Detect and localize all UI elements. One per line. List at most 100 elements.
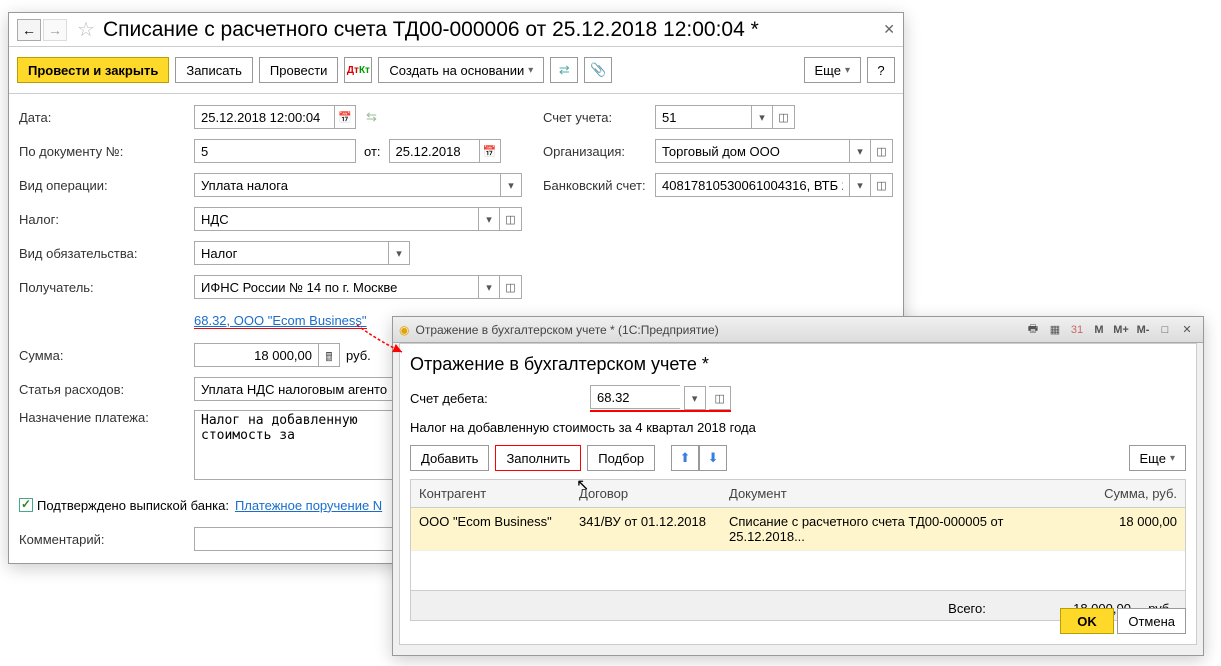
close-icon[interactable]: ✕	[1177, 320, 1197, 340]
sec-title: Отражение в бухгалтерском учете *	[410, 354, 1186, 375]
select-button[interactable]: Подбор	[587, 445, 655, 471]
doc-date-input[interactable]	[389, 139, 479, 163]
date-label: Дата:	[19, 110, 194, 125]
sum-input[interactable]	[194, 343, 318, 367]
recipient-input[interactable]	[194, 275, 478, 299]
recipient-label: Получатель:	[19, 280, 194, 295]
th-sum[interactable]: Сумма, руб.	[1085, 480, 1185, 507]
currency-label: руб.	[346, 348, 371, 363]
cell-contract: 341/ВУ от 01.12.2018	[571, 508, 721, 550]
more-button[interactable]: Еще	[804, 57, 861, 83]
write-button[interactable]: Записать	[175, 57, 253, 83]
confirmed-checkbox[interactable]	[19, 498, 33, 512]
date-input[interactable]	[194, 105, 334, 129]
favorite-star-icon[interactable]: ☆	[77, 17, 95, 42]
th-document[interactable]: Документ	[721, 480, 1085, 507]
cell-counterparty: ООО "Ecom Business"	[411, 508, 571, 550]
tax-label: Налог:	[19, 212, 194, 227]
linked-button[interactable]: ⇄	[550, 57, 578, 83]
window-title: Списание с расчетного счета ТД00-000006 …	[103, 18, 895, 42]
open-icon[interactable]: ◫	[500, 275, 522, 299]
nav-back-button[interactable]: ←	[17, 19, 41, 41]
open-icon[interactable]: ◫	[500, 207, 522, 231]
th-contract[interactable]: Договор	[571, 480, 721, 507]
debit-acc-input[interactable]	[590, 385, 680, 409]
calendar-icon[interactable]: 📅	[334, 105, 356, 129]
dropdown-icon[interactable]: ▾	[684, 386, 706, 410]
payment-order-link[interactable]: Платежное поручение N	[235, 498, 382, 513]
open-icon[interactable]: ◫	[871, 173, 893, 197]
sync-icon[interactable]: ⇆	[366, 109, 377, 125]
org-label: Организация:	[543, 144, 655, 159]
bank-acc-input[interactable]	[655, 173, 849, 197]
ok-button[interactable]: OK	[1060, 608, 1114, 634]
dropdown-icon[interactable]: ▾	[478, 207, 500, 231]
table-empty-area	[411, 550, 1185, 590]
account-link[interactable]: 68.32, ООО "Ecom Business"	[194, 313, 367, 329]
sec-body: Отражение в бухгалтерском учете * Счет д…	[399, 343, 1197, 645]
dropdown-icon[interactable]: ▾	[751, 105, 773, 129]
m-plus-button[interactable]: M+	[1111, 320, 1131, 340]
debit-acc-label: Счет дебета:	[410, 391, 590, 406]
dropdown-icon[interactable]: ▾	[500, 173, 522, 197]
cancel-button[interactable]: Отмена	[1117, 608, 1186, 634]
accounting-window: ◉ Отражение в бухгалтерском учете * (1С:…	[392, 316, 1204, 656]
m-button[interactable]: M	[1089, 320, 1109, 340]
fill-button[interactable]: Заполнить	[495, 445, 581, 471]
sec-window-title: Отражение в бухгалтерском учете * (1С:Пр…	[415, 323, 1021, 337]
dropdown-icon[interactable]: ▾	[849, 173, 871, 197]
th-counterparty[interactable]: Контрагент	[411, 480, 571, 507]
footer-buttons: OK Отмена	[1060, 608, 1186, 634]
exp-item-input[interactable]	[194, 377, 394, 401]
cell-document: Списание с расчетного счета ТД00-000005 …	[721, 508, 1085, 550]
total-label: Всего:	[948, 601, 986, 616]
add-button[interactable]: Добавить	[410, 445, 489, 471]
dropdown-icon[interactable]: ▾	[849, 139, 871, 163]
nav-forward-button[interactable]: →	[43, 19, 67, 41]
dtkt-button[interactable]: ДтКт	[344, 57, 372, 83]
m-minus-button[interactable]: M-	[1133, 320, 1153, 340]
date-icon[interactable]: 31	[1067, 320, 1087, 340]
open-icon[interactable]: ◫	[773, 105, 795, 129]
liab-type-label: Вид обязательства:	[19, 246, 194, 261]
op-type-label: Вид операции:	[19, 178, 194, 193]
org-input[interactable]	[655, 139, 849, 163]
account-input[interactable]	[655, 105, 751, 129]
comment-input[interactable]	[194, 527, 394, 551]
purpose-textarea[interactable]	[194, 410, 394, 480]
more-button[interactable]: Еще	[1129, 445, 1186, 471]
dropdown-icon[interactable]: ▾	[388, 241, 410, 265]
tax-input[interactable]	[194, 207, 478, 231]
sec-titlebar: ◉ Отражение в бухгалтерском учете * (1С:…	[393, 317, 1203, 343]
post-and-close-button[interactable]: Провести и закрыть	[17, 57, 169, 83]
doc-no-input[interactable]	[194, 139, 356, 163]
grid-icon[interactable]: ▦	[1045, 320, 1065, 340]
op-type-input[interactable]	[194, 173, 500, 197]
liab-type-input[interactable]	[194, 241, 388, 265]
desc-text: Налог на добавленную стоимость за 4 квар…	[410, 420, 756, 435]
bank-acc-label: Банковский счет:	[543, 178, 655, 193]
move-up-button[interactable]: ⬆	[671, 445, 699, 471]
print-icon[interactable]: 🖶	[1023, 320, 1043, 340]
calendar-icon[interactable]: 📅	[479, 139, 501, 163]
post-button[interactable]: Провести	[259, 57, 339, 83]
help-button[interactable]: ?	[867, 57, 895, 83]
open-icon[interactable]: ◫	[709, 386, 731, 410]
maximize-icon[interactable]: □	[1155, 320, 1175, 340]
move-down-button[interactable]: ⬇	[699, 445, 727, 471]
dropdown-icon[interactable]: ▾	[478, 275, 500, 299]
exp-item-label: Статья расходов:	[19, 382, 194, 397]
confirmed-label: Подтверждено выпиской банка:	[37, 498, 229, 513]
table-row[interactable]: ООО "Ecom Business" 341/ВУ от 01.12.2018…	[411, 508, 1185, 550]
comment-label: Комментарий:	[19, 532, 194, 547]
close-icon[interactable]: ✕	[883, 21, 895, 38]
table-header: Контрагент Договор Документ Сумма, руб.	[411, 480, 1185, 508]
attach-button[interactable]: 📎	[584, 57, 612, 83]
main-titlebar: ← → ☆ Списание с расчетного счета ТД00-0…	[9, 13, 903, 47]
purpose-label: Назначение платежа:	[19, 410, 194, 425]
cell-sum: 18 000,00	[1085, 508, 1185, 550]
calculator-icon[interactable]: 🖩	[318, 343, 340, 367]
open-icon[interactable]: ◫	[871, 139, 893, 163]
main-toolbar: Провести и закрыть Записать Провести ДтК…	[9, 47, 903, 94]
create-based-button[interactable]: Создать на основании	[378, 57, 544, 83]
